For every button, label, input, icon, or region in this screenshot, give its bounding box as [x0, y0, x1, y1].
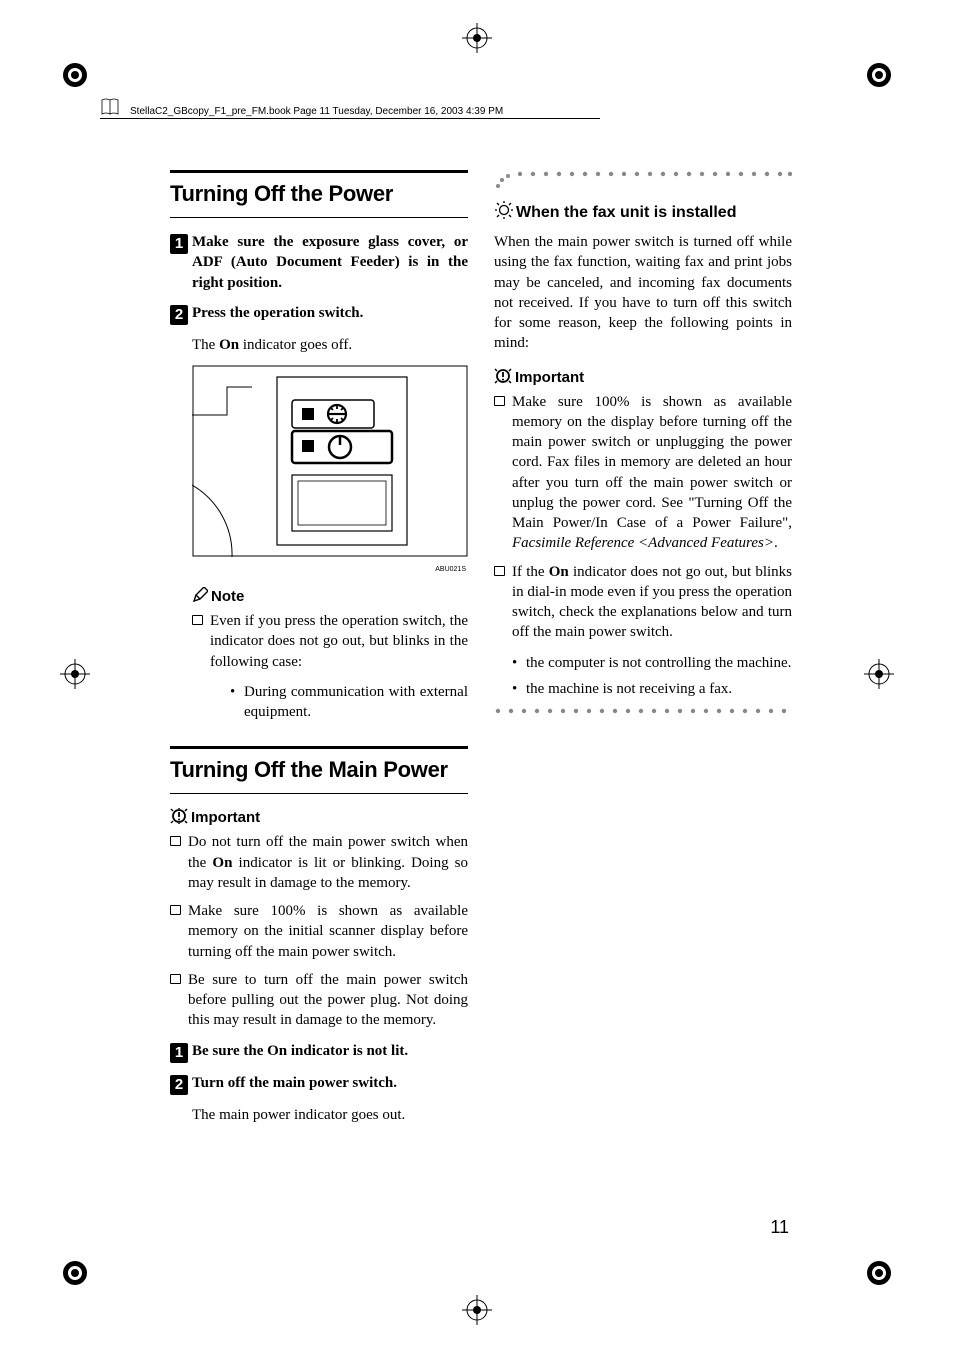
step-2-text: Press the operation switch. — [192, 303, 363, 325]
important-icon — [170, 808, 188, 824]
crop-mark-ml — [55, 654, 95, 694]
tip-body: When the main power switch is turned off… — [494, 232, 792, 354]
illustration-caption: ABU021S — [192, 566, 466, 573]
note-heading: Note — [192, 587, 468, 605]
dotted-separator-bottom — [494, 707, 792, 715]
step-number-2-icon: 2 — [170, 305, 188, 325]
step-number-1-icon: 1 — [170, 1043, 188, 1063]
dotted-separator-top — [494, 170, 792, 190]
crop-mark-bl — [55, 1253, 95, 1293]
checkbox-icon — [170, 974, 181, 984]
step-b2-body: The main power indicator goes out. — [192, 1105, 468, 1125]
checkbox-icon — [170, 836, 181, 846]
heading-turning-off-main-power: Turning Off the Main Power — [170, 746, 468, 794]
important-icon — [494, 368, 512, 384]
heading-turning-off-power: Turning Off the Power — [170, 170, 468, 218]
step-2-body: The On indicator goes off. — [192, 335, 468, 355]
note-list: Even if you press the operation switch, … — [192, 611, 468, 672]
step-b2: 2 Turn off the main power switch. — [170, 1073, 468, 1095]
crop-mark-tl — [55, 55, 95, 95]
power-switch-illustration — [192, 365, 468, 562]
note-item-1: Even if you press the operation switch, … — [192, 611, 468, 672]
step-b2-text: Turn off the main power switch. — [192, 1073, 397, 1095]
step-number-2-icon: 2 — [170, 1075, 188, 1095]
step-2: 2 Press the operation switch. — [170, 303, 468, 325]
step-b1: 1 Be sure the On indicator is not lit. — [170, 1041, 468, 1063]
checkbox-icon — [170, 905, 181, 915]
important-list-2: Make sure 100% is shown as available mem… — [494, 392, 792, 643]
tip-heading: When the fax unit is installed — [494, 200, 792, 222]
crop-mark-mb — [457, 1290, 497, 1330]
step-b1-text: Be sure the On indicator is not lit. — [192, 1041, 408, 1063]
important-heading-1: Important — [170, 808, 468, 826]
left-column: Turning Off the Power 1 Make sure the ex… — [170, 170, 468, 1135]
important2-item-1: Make sure 100% is shown as available mem… — [494, 392, 792, 554]
crop-mark-br — [859, 1253, 899, 1293]
important-item-3: Be sure to turn off the main power switc… — [170, 970, 468, 1031]
important2-item-2: If the On indicator does not go out, but… — [494, 562, 792, 643]
important-item-1: Do not turn off the main power switch wh… — [170, 832, 468, 893]
bullet-list-2: • the computer is not controlling the ma… — [512, 653, 792, 700]
important-heading-2: Important — [494, 368, 792, 386]
step-1-text: Make sure the exposure glass cover, or A… — [192, 232, 468, 293]
important-list-1: Do not turn off the main power switch wh… — [170, 832, 468, 1030]
checkbox-icon — [494, 566, 505, 576]
step-number-1-icon: 1 — [170, 234, 188, 254]
page-number: 11 — [770, 1217, 789, 1238]
header-path: StellaC2_GBcopy_F1_pre_FM.book Page 11 T… — [100, 105, 600, 119]
lightbulb-icon — [494, 200, 514, 220]
bullet2-item-1: • the computer is not controlling the ma… — [512, 653, 792, 673]
note-bullet-1: • During communication with external equ… — [230, 682, 468, 723]
checkbox-icon — [494, 396, 505, 406]
checkbox-icon — [192, 615, 203, 625]
bullet2-item-2: • the machine is not receiving a fax. — [512, 679, 792, 699]
pencil-icon — [192, 587, 208, 603]
crop-mark-mt — [457, 18, 497, 58]
right-column: When the fax unit is installed When the … — [494, 170, 792, 1135]
crop-mark-tr — [859, 55, 899, 95]
step-1: 1 Make sure the exposure glass cover, or… — [170, 232, 468, 293]
crop-mark-mr — [859, 654, 899, 694]
important-item-2: Make sure 100% is shown as available mem… — [170, 901, 468, 962]
